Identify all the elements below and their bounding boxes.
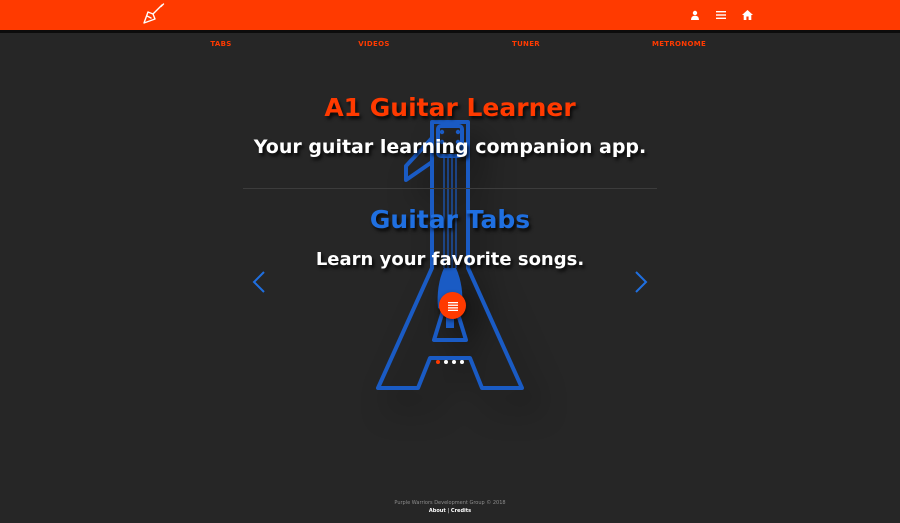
- chevron-left-icon[interactable]: [252, 270, 266, 294]
- chevron-right-icon[interactable]: [634, 270, 648, 294]
- nav-link-videos[interactable]: VIDEOS: [358, 40, 389, 48]
- home-icon[interactable]: [740, 8, 754, 22]
- carousel-action-button[interactable]: [439, 292, 466, 319]
- menu-icon[interactable]: [714, 8, 728, 22]
- footer-separator: |: [447, 508, 450, 514]
- nav-link-tabs[interactable]: TABS: [210, 40, 231, 48]
- guitar-logo-icon[interactable]: [142, 3, 166, 25]
- footer-about-link[interactable]: About: [429, 508, 446, 514]
- carousel-indicator-4[interactable]: [460, 360, 464, 364]
- carousel-indicators: [436, 360, 464, 366]
- carousel-slide-subtitle: Learn your favorite songs.: [315, 249, 585, 270]
- footer-links: About | Credits: [0, 508, 900, 514]
- nav-link-tuner[interactable]: TUNER: [512, 40, 540, 48]
- page-title: A1 Guitar Learner: [324, 93, 576, 122]
- footer-credits-link[interactable]: Credits: [451, 508, 471, 514]
- carousel-slide-title: Guitar Tabs: [369, 205, 531, 234]
- carousel-indicator-2[interactable]: [444, 360, 448, 364]
- section-divider: [243, 188, 657, 189]
- list-icon: [447, 296, 458, 315]
- top-app-bar: [0, 0, 900, 30]
- user-icon[interactable]: [688, 8, 702, 22]
- nav-link-metronome[interactable]: METRONOME: [652, 40, 706, 48]
- footer-copyright: Purple Warriors Development Group © 2018: [394, 500, 506, 506]
- carousel-indicator-3[interactable]: [452, 360, 456, 364]
- page-subtitle: Your guitar learning companion app.: [253, 136, 647, 158]
- carousel-indicator-1[interactable]: [436, 360, 440, 364]
- main-nav: TABS VIDEOS TUNER METRONOME: [0, 36, 900, 54]
